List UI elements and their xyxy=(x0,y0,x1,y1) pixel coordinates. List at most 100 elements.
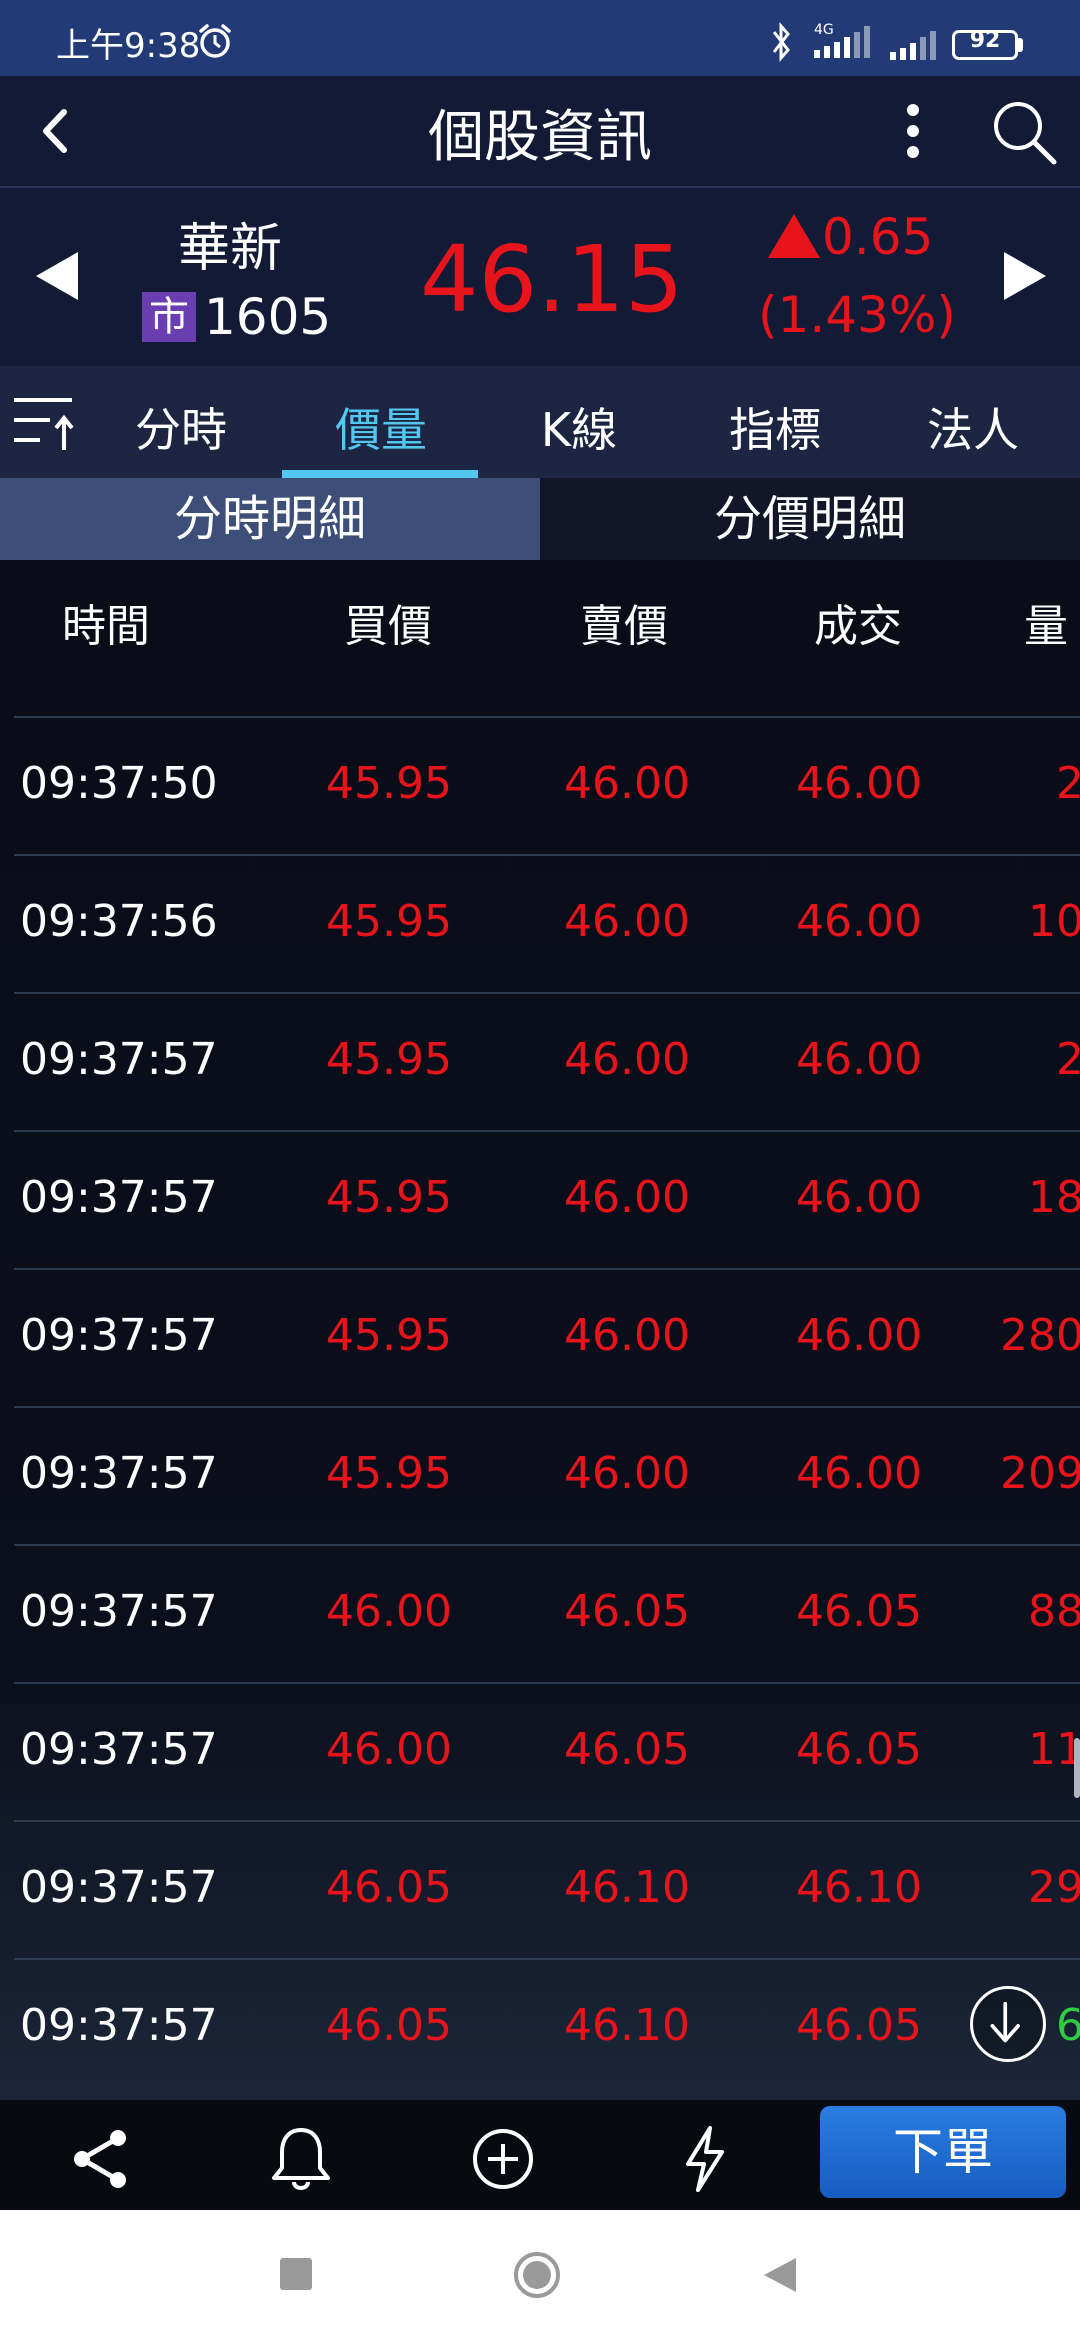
cell-deal: 46.05 xyxy=(796,1586,922,1637)
cell-bid: 45.95 xyxy=(326,758,452,809)
scrollbar-thumb[interactable] xyxy=(1074,1738,1080,1798)
column-header-bid: 買價 xyxy=(344,601,432,652)
up-arrow-icon xyxy=(768,214,820,258)
cell-bid: 45.95 xyxy=(326,1034,452,1085)
cell-time: 09:37:57 xyxy=(20,1862,218,1913)
table-row: 09:37:56 45.95 46.00 46.00 10 xyxy=(14,854,1080,994)
signal-icon-2 xyxy=(890,31,936,60)
cell-deal: 46.00 xyxy=(796,1172,922,1223)
tab-indicator[interactable]: 指標 xyxy=(710,394,840,460)
cell-volume: 209 xyxy=(1000,1448,1080,1499)
cell-volume: 88 xyxy=(1028,1586,1080,1637)
stock-code: 1605 xyxy=(204,288,332,346)
table-row: 09:37:50 45.95 46.00 46.00 2 xyxy=(14,716,1080,856)
tab-institution[interactable]: 法人 xyxy=(908,394,1038,460)
subtab-minute-detail[interactable]: 分時明細 xyxy=(0,478,540,560)
cell-deal: 46.05 xyxy=(796,1724,922,1775)
table-row: 09:37:57 46.05 46.10 46.05 6 xyxy=(14,1958,1080,2098)
cell-ask: 46.00 xyxy=(564,1310,690,1361)
cell-ask: 46.10 xyxy=(564,1862,690,1913)
cell-ask: 46.00 xyxy=(564,1034,690,1085)
price-change-percent: (1.43%) xyxy=(758,286,956,344)
column-header-ask: 賣價 xyxy=(580,601,668,652)
cell-time: 09:37:57 xyxy=(20,1448,218,1499)
cell-volume: 2 xyxy=(1056,1034,1080,1085)
battery-level: 92 xyxy=(969,28,1001,53)
active-tab-indicator xyxy=(282,470,478,478)
table-row: 09:37:57 45.95 46.00 46.00 2 xyxy=(14,992,1080,1132)
tab-minute[interactable]: 分時 xyxy=(116,394,246,460)
nav-back-icon[interactable] xyxy=(760,2254,800,2296)
bluetooth-icon xyxy=(772,22,790,62)
cell-deal: 46.00 xyxy=(796,758,922,809)
home-icon[interactable] xyxy=(512,2250,562,2300)
column-header-deal: 成交 xyxy=(814,601,902,652)
more-icon[interactable] xyxy=(898,98,928,164)
cell-volume: 280 xyxy=(1000,1310,1080,1361)
tab-kline[interactable]: K線 xyxy=(514,394,644,460)
cell-deal: 46.00 xyxy=(796,1034,922,1085)
cell-ask: 46.00 xyxy=(564,1172,690,1223)
table-row: 09:37:57 46.00 46.05 46.05 88 xyxy=(14,1544,1080,1684)
tab-price-volume[interactable]: 價量 xyxy=(316,394,446,460)
cell-time: 09:37:50 xyxy=(20,758,218,809)
cell-time: 09:37:57 xyxy=(20,1586,218,1637)
cell-bid: 46.05 xyxy=(326,2000,452,2051)
prev-stock-icon[interactable] xyxy=(32,248,82,304)
stock-name: 華新 xyxy=(177,219,282,279)
trade-detail-table[interactable]: 時間 買價 賣價 成交 量 09:37:50 45.95 46.00 46.00… xyxy=(0,560,1080,2100)
share-icon[interactable] xyxy=(66,2124,136,2194)
cell-bid: 46.05 xyxy=(326,1862,452,1913)
table-row: 09:37:57 46.00 46.05 46.05 11 xyxy=(14,1682,1080,1822)
cell-bid: 45.95 xyxy=(326,1310,452,1361)
cell-ask: 46.00 xyxy=(564,758,690,809)
next-stock-icon[interactable] xyxy=(1000,248,1050,304)
add-icon[interactable] xyxy=(468,2124,538,2194)
cell-bid: 46.00 xyxy=(326,1586,452,1637)
table-row: 09:37:57 45.95 46.00 46.00 18 xyxy=(14,1130,1080,1270)
price-change: 0.65 xyxy=(822,208,934,266)
table-row: 09:37:57 45.95 46.00 46.00 209 xyxy=(14,1406,1080,1546)
cell-deal: 46.10 xyxy=(796,1862,922,1913)
cell-bid: 46.00 xyxy=(326,1724,452,1775)
cell-time: 09:37:57 xyxy=(20,1172,218,1223)
status-time: 上午9:38 xyxy=(56,26,201,66)
back-icon[interactable] xyxy=(34,104,78,158)
cell-deal: 46.00 xyxy=(796,1448,922,1499)
signal-icon: 4G xyxy=(814,22,870,58)
place-order-button[interactable]: 下單 xyxy=(820,2106,1066,2198)
sort-icon[interactable] xyxy=(10,392,76,454)
battery-nub xyxy=(1018,38,1023,52)
cell-time: 09:37:57 xyxy=(20,1724,218,1775)
cell-ask: 46.10 xyxy=(564,2000,690,2051)
bell-icon[interactable] xyxy=(266,2124,336,2194)
stock-price: 46.15 xyxy=(420,226,684,333)
cell-time: 09:37:56 xyxy=(20,896,218,947)
cell-ask: 46.00 xyxy=(564,1448,690,1499)
cell-volume: 18 xyxy=(1028,1172,1080,1223)
network-type: 4G xyxy=(814,22,834,38)
flash-icon[interactable] xyxy=(670,2124,740,2194)
alarm-icon xyxy=(199,24,231,58)
subtab-price-detail[interactable]: 分價明細 xyxy=(540,478,1080,560)
recent-apps-icon[interactable] xyxy=(280,2258,312,2290)
cell-ask: 46.05 xyxy=(564,1586,690,1637)
cell-bid: 45.95 xyxy=(326,1172,452,1223)
cell-volume: 29 xyxy=(1028,1862,1080,1913)
market-badge: 市 xyxy=(142,292,196,342)
cell-ask: 46.00 xyxy=(564,896,690,947)
column-header-time: 時間 xyxy=(62,601,150,652)
column-header-volume: 量 xyxy=(1024,601,1068,652)
cell-volume: 10 xyxy=(1028,896,1080,947)
table-row: 09:37:57 45.95 46.00 46.00 280 xyxy=(14,1268,1080,1408)
cell-time: 09:37:57 xyxy=(20,1310,218,1361)
search-icon[interactable] xyxy=(988,96,1060,168)
page-title: 個股資訊 xyxy=(428,105,652,170)
cell-time: 09:37:57 xyxy=(20,1034,218,1085)
cell-volume: 11 xyxy=(1028,1724,1080,1775)
cell-ask: 46.05 xyxy=(564,1724,690,1775)
cell-bid: 45.95 xyxy=(326,1448,452,1499)
cell-deal: 46.00 xyxy=(796,896,922,947)
scroll-down-icon[interactable] xyxy=(970,1986,1046,2062)
cell-volume: 2 xyxy=(1056,758,1080,809)
